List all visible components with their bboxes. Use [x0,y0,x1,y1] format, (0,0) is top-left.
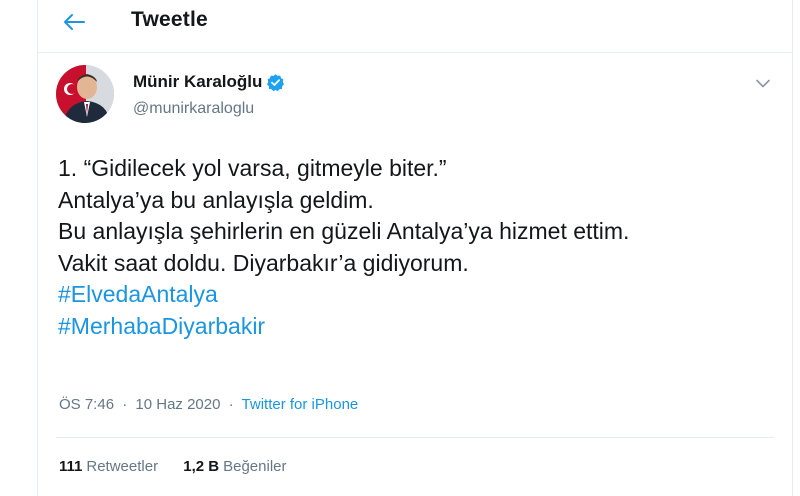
likes-label: Beğeniler [223,458,287,475]
tweet-date[interactable]: 10 Haz 2020 [135,396,220,413]
divider [56,437,774,438]
hashtag-link[interactable]: #MerhabaDiyarbakir [58,311,778,343]
author-name: Münir Karaloğlu [133,72,263,91]
author-name-row[interactable]: Münir Karaloğlu [133,72,285,92]
arrow-left-icon [64,14,85,30]
verified-badge-icon [266,73,285,92]
tweet-line: 1. “Gidilecek yol varsa, gitmeyle biter.… [58,155,447,181]
author-handle[interactable]: @munirkaraloglu [133,100,254,118]
likes-count: 1,2 B [183,458,220,475]
retweets-count: 111 [59,458,83,475]
engagement-stats: 111 Retweetler 1,2 B Beğeniler [59,458,287,475]
tweet-source-link[interactable]: Twitter for iPhone [242,396,359,413]
tweet-meta: ÖS 7:46 · 10 Haz 2020 · Twitter for iPho… [59,396,358,413]
tweet-line: Bu anlayışla şehirlerin en güzeli Antaly… [58,218,630,244]
tweet-line: Vakit saat doldu. Diyarbakır’a gidiyorum… [58,249,469,276]
back-button[interactable] [52,4,96,40]
chevron-down-icon [756,79,770,87]
meta-separator: · [228,396,234,413]
tweet-options-button[interactable] [754,74,772,92]
retweets-stat[interactable]: 111 Retweetler [59,458,158,475]
tweet-text: 1. “Gidilecek yol varsa, gitmeyle biter.… [58,153,778,342]
tweet-line: Antalya’ya bu anlayışla geldim. [58,186,374,213]
retweets-label: Retweetler [86,458,159,475]
hashtag-link[interactable]: #ElvedaAntalya [58,279,778,311]
likes-stat[interactable]: 1,2 B Beğeniler [183,458,286,475]
tweet-column: Tweetle Münir Karaloğlu @munirkaraloglu [37,0,793,496]
page-title: Tweetle [131,8,208,31]
profile-photo [56,65,114,123]
tweet-time[interactable]: ÖS 7:46 [59,396,114,413]
meta-separator: · [122,396,128,413]
avatar[interactable] [56,65,114,123]
top-bar: Tweetle [38,0,792,53]
